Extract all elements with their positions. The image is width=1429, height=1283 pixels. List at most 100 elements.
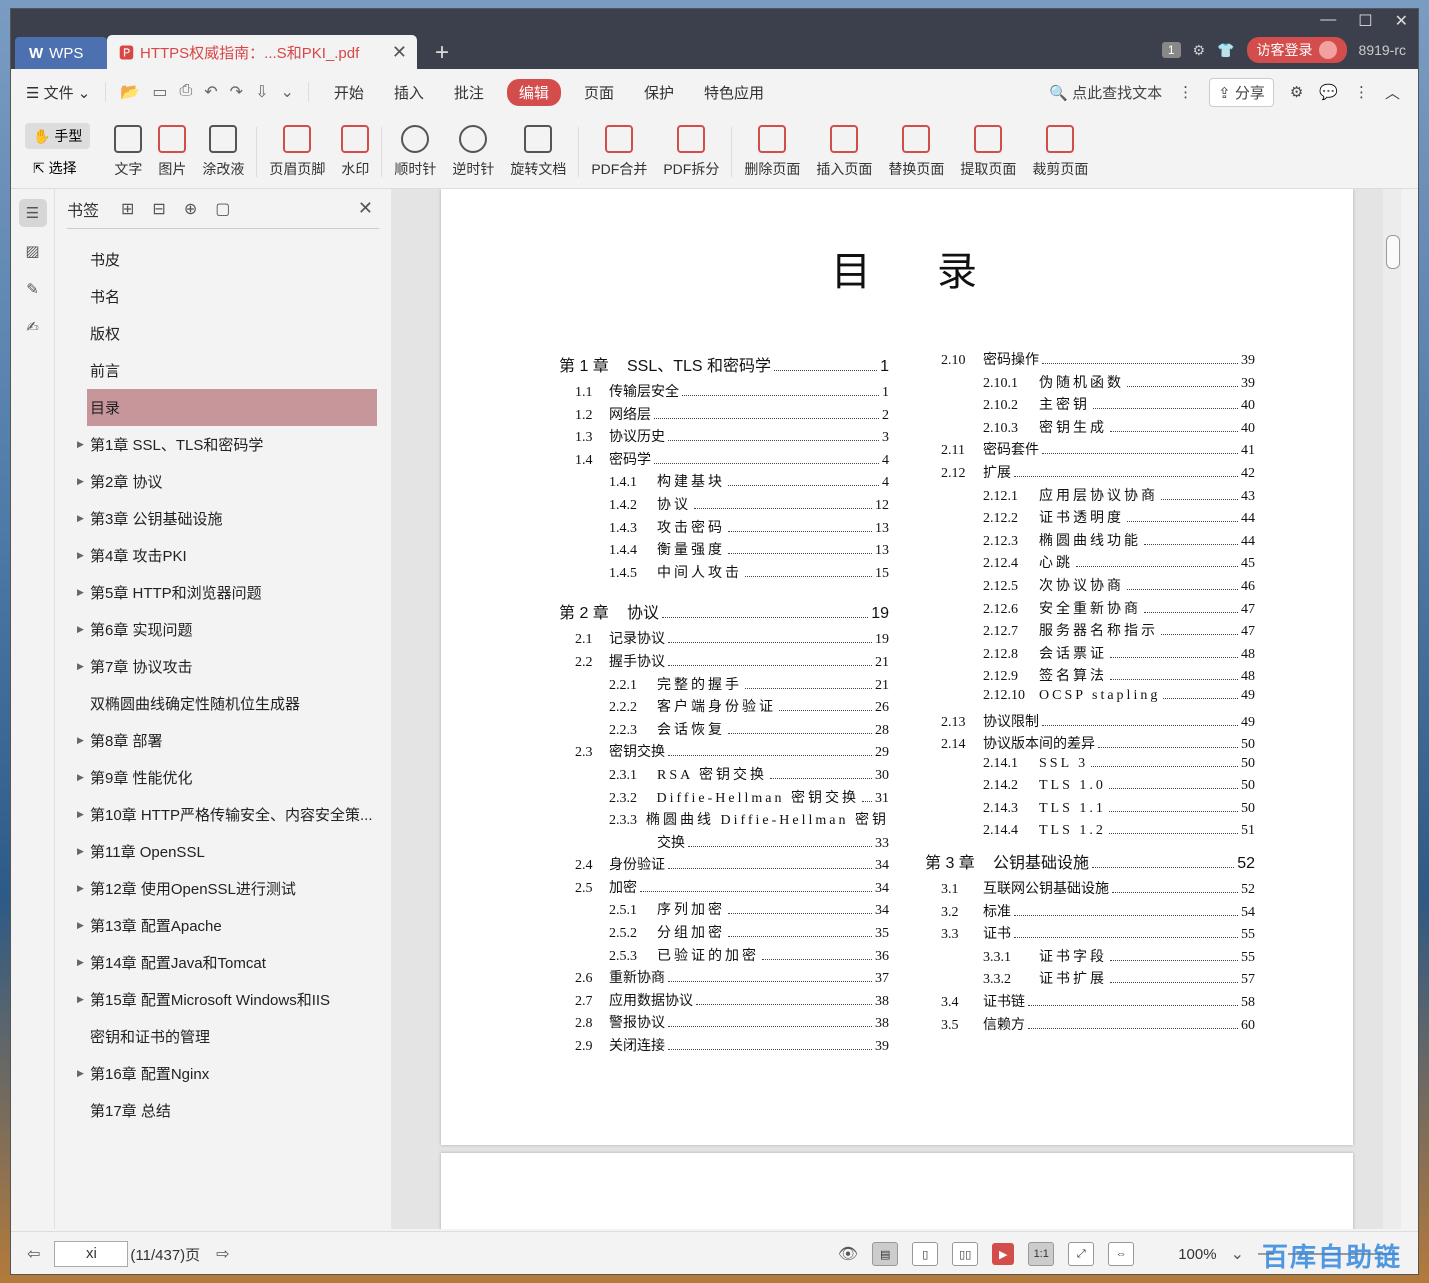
expand-arrow-icon[interactable]: ▶ [77, 476, 84, 487]
settings-icon[interactable]: ⚙ [1290, 83, 1303, 101]
expand-arrow-icon[interactable]: ▶ [77, 550, 84, 561]
close-window-icon[interactable]: ✕ [1395, 11, 1408, 31]
bookmark-item[interactable]: ▶ 第16章 配置Nginx [67, 1055, 379, 1092]
toc-entry[interactable]: 2.3 密钥交换 29 [559, 741, 889, 764]
expand-all-icon[interactable]: ⊞ [121, 199, 134, 219]
toc-entry[interactable]: 2.8 警报协议 38 [559, 1012, 889, 1035]
bookmark-item[interactable]: 密钥和证书的管理 [67, 1018, 379, 1055]
window-count-badge[interactable]: 1 [1161, 42, 1181, 58]
toc-entry[interactable]: 2.12.9 签名算法 48 [925, 665, 1255, 688]
toc-entry[interactable]: 2.12 扩展 42 [925, 462, 1255, 485]
toc-entry[interactable]: 2.3.2 Diffie-Hellman 密钥交换 31 [559, 787, 889, 810]
tool-insert-page[interactable]: 插入页面 [808, 124, 880, 179]
export-icon[interactable]: ⇩ [255, 82, 268, 102]
toc-entry[interactable]: 2.2.1 完整的握手 21 [559, 674, 889, 697]
bookmark-item[interactable]: ▶ 第5章 HTTP和浏览器问题 [67, 574, 379, 611]
toc-entry[interactable]: 1.2 网络层 2 [559, 404, 889, 427]
expand-arrow-icon[interactable]: ▶ [77, 439, 84, 450]
continuous-view-icon[interactable]: ▤ [872, 1242, 899, 1266]
vertical-scrollbar[interactable] [1383, 189, 1401, 1229]
close-panel-icon[interactable]: ✕ [358, 198, 373, 219]
scrollbar-thumb[interactable] [1386, 235, 1400, 269]
toc-entry[interactable]: 2.5.2 分组加密 35 [559, 922, 889, 945]
toc-entry[interactable]: 2.2.3 会话恢复 28 [559, 719, 889, 742]
toc-entry[interactable]: 2.10.3 密钥生成 40 [925, 417, 1255, 440]
toc-entry[interactable]: 1.1 传输层安全 1 [559, 381, 889, 404]
toc-entry[interactable]: 2.10.1 伪随机函数 39 [925, 372, 1255, 395]
add-bookmark-icon[interactable]: ⊕ [184, 199, 197, 219]
bookmark-item[interactable]: ▶ 第9章 性能优化 [67, 759, 379, 796]
toc-entry[interactable]: 第 1 章 SSL、TLS 和密码学 1 [559, 352, 889, 381]
toc-entry[interactable]: 2.1 记录协议 19 [559, 628, 889, 651]
more-options-icon[interactable]: ⋮ [1354, 83, 1369, 101]
slideshow-icon[interactable]: ▶ [992, 1243, 1015, 1265]
document-tab[interactable]: 🅿 HTTPS权威指南：...S和PKI_.pdf ✕ [107, 35, 417, 69]
share-button[interactable]: ⇪ 分享 [1209, 77, 1274, 107]
tool-text[interactable]: 文字 [106, 124, 150, 179]
toc-entry[interactable]: 2.12.7 服务器名称指示 47 [925, 620, 1255, 643]
toc-entry[interactable]: 第 3 章公钥基础设施 52 [925, 849, 1255, 878]
page-number-input[interactable]: xi [54, 1241, 129, 1267]
more-chevron-icon[interactable]: ⌄ [280, 82, 293, 102]
tool-image[interactable]: 图片 [150, 124, 194, 179]
expand-arrow-icon[interactable]: ▶ [77, 624, 84, 635]
select-tool[interactable]: ⇱ 选择 [25, 155, 90, 181]
toc-entry[interactable]: 3.3 证书 55 [925, 923, 1255, 946]
toc-entry[interactable]: 2.12.1 应用层协议协商 43 [925, 485, 1255, 508]
expand-arrow-icon[interactable]: ▶ [77, 809, 84, 820]
toc-entry[interactable]: 3.3.2 证书扩展 57 [925, 968, 1255, 991]
thumbnail-panel-icon[interactable]: ▨ [19, 237, 47, 265]
next-page-icon[interactable]: ⇨ [216, 1244, 229, 1264]
toc-entry[interactable]: 2.14.3 TLS 1.1 50 [925, 801, 1255, 824]
single-page-icon[interactable]: ▯ [912, 1242, 939, 1266]
tool-pdf-merge[interactable]: PDF合并 [583, 124, 655, 179]
tool-pdf-split[interactable]: PDF拆分 [655, 124, 727, 179]
toc-entry[interactable]: 2.3.1 RSA 密钥交换 30 [559, 764, 889, 787]
bookmark-item[interactable]: 目录 [87, 389, 377, 426]
bookmark-item[interactable]: ▶ 第14章 配置Java和Tomcat [67, 944, 379, 981]
zoom-level[interactable]: 100% [1178, 1246, 1216, 1263]
bookmark-item[interactable]: ▶ 第3章 公钥基础设施 [67, 500, 379, 537]
toc-entry[interactable]: 2.9 关闭连接 39 [559, 1035, 889, 1058]
menu-page[interactable]: 页面 [569, 82, 629, 103]
toc-entry[interactable]: 2.2 握手协议 21 [559, 651, 889, 674]
signature-panel-icon[interactable]: ✍ [19, 313, 47, 341]
shirt-icon[interactable]: 👕 [1217, 42, 1234, 59]
dual-page-icon[interactable]: ▯▯ [952, 1242, 979, 1266]
tool-watermark[interactable]: 水印 [333, 124, 377, 179]
expand-arrow-icon[interactable]: ▶ [77, 587, 84, 598]
toc-entry[interactable]: 2.12.8 会话票证 48 [925, 643, 1255, 666]
tool-header-footer[interactable]: 页眉页脚 [261, 124, 333, 179]
bookmark-item[interactable]: ▶ 第7章 协议攻击 [67, 648, 379, 685]
bookmark-item[interactable]: ▶ 第8章 部署 [67, 722, 379, 759]
toc-entry[interactable]: 2.3.3 椭圆曲线 Diffie-Hellman 密钥 [559, 809, 889, 832]
toc-entry[interactable]: 2.13 协议限制 49 [925, 711, 1255, 734]
toc-entry[interactable]: 1.4.3 攻击密码 13 [559, 517, 889, 540]
expand-arrow-icon[interactable]: ▶ [77, 661, 84, 672]
toc-entry[interactable]: 2.12.6 安全重新协商 47 [925, 598, 1255, 621]
file-menu[interactable]: ☰ 文件 ⌄ [11, 82, 105, 103]
toc-entry[interactable]: 2.2.2 客户端身份验证 26 [559, 696, 889, 719]
expand-arrow-icon[interactable]: ▶ [77, 772, 84, 783]
undo-icon[interactable]: ↶ [204, 82, 217, 102]
bookmark-item[interactable]: ▶ 第12章 使用OpenSSL进行测试 [67, 870, 379, 907]
bookmark-item[interactable]: ▶ 第13章 配置Apache [67, 907, 379, 944]
bookmark-item[interactable]: 版权 [67, 315, 379, 352]
maximize-icon[interactable]: ☐ [1358, 11, 1372, 31]
tool-rotate-cw[interactable]: 顺时针 [386, 124, 444, 179]
bookmark-options-icon[interactable]: ▢ [215, 199, 230, 219]
toc-entry[interactable]: 2.12.5 次协议协商 46 [925, 575, 1255, 598]
toc-entry[interactable]: 3.3.1 证书字段 55 [925, 946, 1255, 969]
expand-arrow-icon[interactable]: ▶ [77, 957, 84, 968]
toc-entry[interactable]: 1.4.1 构建基块 4 [559, 471, 889, 494]
menu-features[interactable]: 特色应用 [689, 82, 779, 103]
save-icon[interactable]: ▭ [152, 82, 167, 102]
message-icon[interactable]: 💬 [1319, 83, 1338, 101]
toc-entry[interactable]: 2.5 加密 34 [559, 877, 889, 900]
redo-icon[interactable]: ↷ [230, 82, 243, 102]
toc-entry[interactable]: 2.14.2 TLS 1.0 50 [925, 778, 1255, 801]
bookmark-item[interactable]: ▶ 第2章 协议 [67, 463, 379, 500]
toc-entry[interactable]: 1.4.2 协议 12 [559, 494, 889, 517]
actual-size-icon[interactable]: 1:1 [1028, 1242, 1055, 1266]
menu-insert[interactable]: 插入 [379, 82, 439, 103]
